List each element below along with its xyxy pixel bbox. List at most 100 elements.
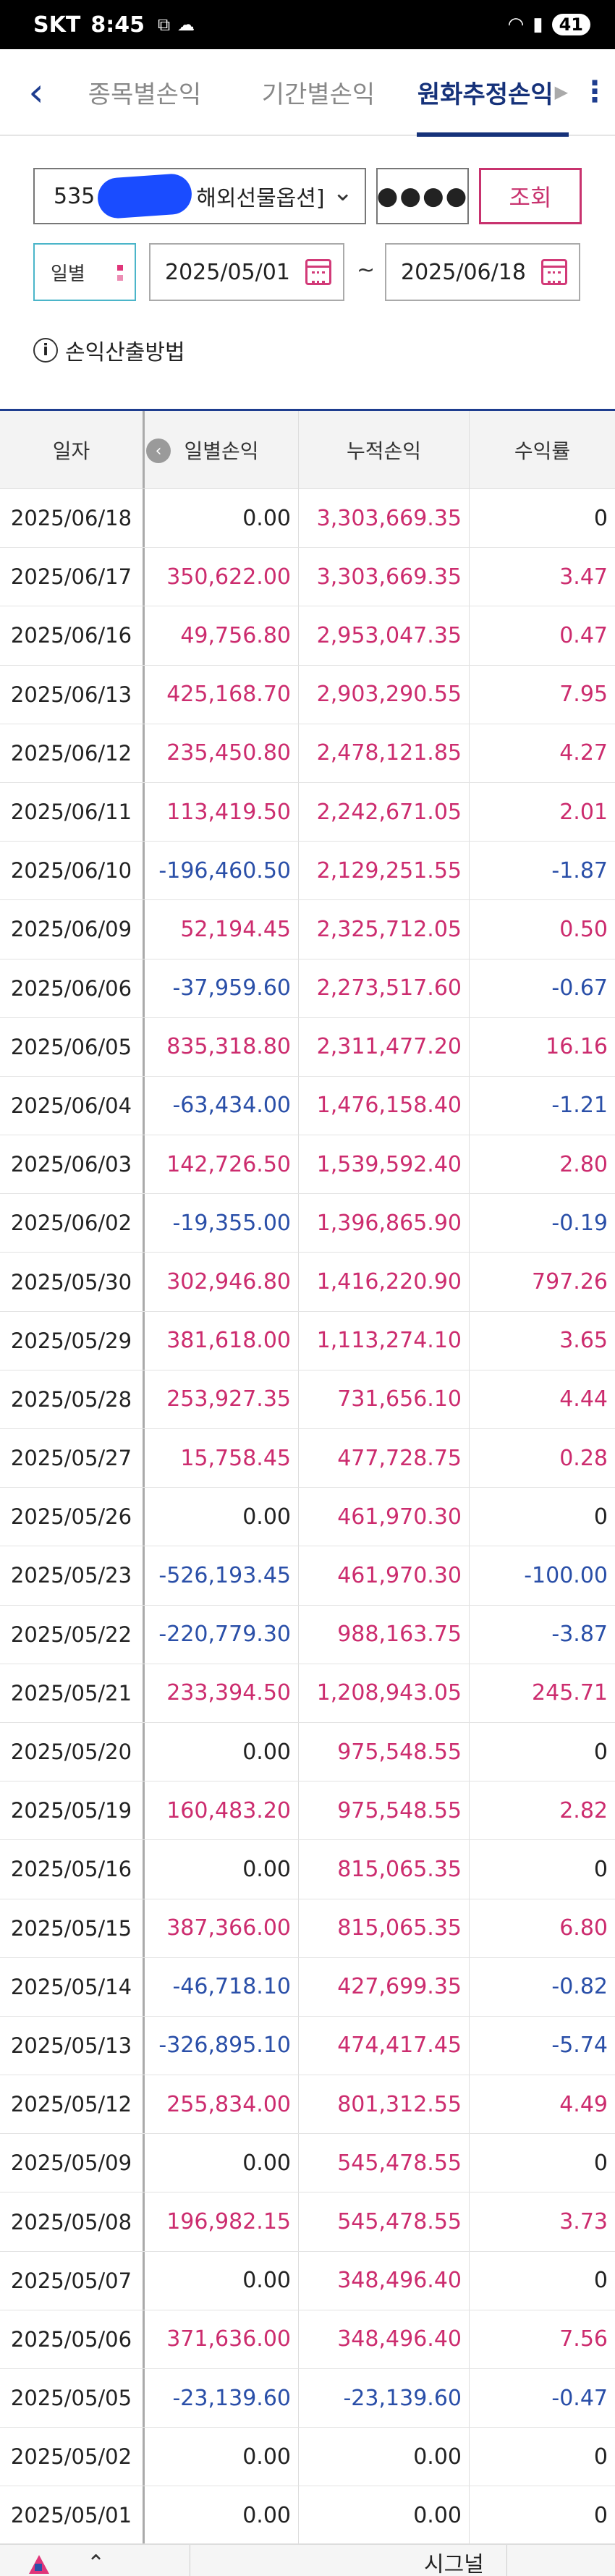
table-body[interactable]: 2025/06/18 0.00 3,303,669.35 0 2025/06/17 350… xyxy=(0,489,615,2546)
tab-krw-estimated-pnl[interactable]: 원화추정손익 ▶ xyxy=(417,48,569,137)
cell-cumulative-pnl: 801,312.55 xyxy=(299,2075,470,2134)
account-select[interactable]: 535 해외선물옵션] ⌄ xyxy=(33,168,366,224)
cell-return-rate: 245.71 xyxy=(532,1680,608,1706)
cell-daily-pnl: -63,434.00 xyxy=(145,1076,299,1135)
table-row[interactable]: 2025/06/12 235,450.80 2,478,121.85 4.27 xyxy=(0,724,615,783)
password-field[interactable]: ●●●● xyxy=(376,168,469,224)
period-select[interactable]: 일별 xyxy=(33,243,136,301)
cell-daily-pnl: 0.00 xyxy=(145,2428,299,2486)
cell-return-rate: 4.27 xyxy=(559,740,608,766)
table-row[interactable]: 2025/05/16 0.00 815,065.35 0 xyxy=(0,1840,615,1899)
table-row[interactable]: 2025/05/08 196,982.15 545,478.55 3.73 xyxy=(0,2192,615,2252)
signal-icon: ▮ xyxy=(533,14,543,35)
table-header: 일자 ‹ 일별손익 누적손익 수익률 xyxy=(0,411,615,489)
back-icon[interactable]: ‹ xyxy=(0,48,72,135)
table-row[interactable]: 2025/05/01 0.00 0.00 0 xyxy=(0,2486,615,2546)
table-row[interactable]: 2025/06/06 -37,959.60 2,273,517.60 -0.67 xyxy=(0,959,615,1018)
table-row[interactable]: 2025/06/18 0.00 3,303,669.35 0 xyxy=(0,489,615,548)
table-row[interactable]: 2025/06/16 49,756.80 2,953,047.35 0.47 xyxy=(0,606,615,666)
chevron-up-icon[interactable]: ⌃ xyxy=(87,2551,105,2576)
cell-daily-pnl: -23,139.60 xyxy=(145,2369,299,2428)
cell-daily-pnl: 381,618.00 xyxy=(145,1311,299,1370)
cell-daily-pnl: 0.00 xyxy=(145,1722,299,1781)
query-button[interactable]: 조회 xyxy=(479,168,582,224)
table-row[interactable]: 2025/05/29 381,618.00 1,113,274.10 3.65 xyxy=(0,1311,615,1370)
table-row[interactable]: 2025/06/09 52,194.45 2,325,712.05 0.50 xyxy=(0,900,615,959)
cell-date: 2025/05/09 xyxy=(0,2134,145,2192)
cell-daily-pnl: 235,450.80 xyxy=(145,724,299,782)
cell-date: 2025/06/03 xyxy=(0,1135,145,1194)
period-label: 일별 xyxy=(51,263,85,285)
table-row[interactable]: 2025/06/03 142,726.50 1,539,592.40 2.80 xyxy=(0,1135,615,1195)
wifi-icon: ◠ xyxy=(507,14,525,35)
table-row[interactable]: 2025/05/22 -220,779.30 988,163.75 -3.87 xyxy=(0,1605,615,1664)
table-row[interactable]: 2025/05/13 -326,895.10 474,417.45 -5.74 xyxy=(0,2016,615,2076)
pnl-method-link[interactable]: i 손익산출방법 xyxy=(33,334,185,366)
cell-return-rate: 16.16 xyxy=(546,1034,608,1060)
cell-return-rate: 0 xyxy=(593,1739,608,1765)
table-row[interactable]: 2025/05/12 255,834.00 801,312.55 4.49 xyxy=(0,2075,615,2135)
table-row[interactable]: 2025/05/19 160,483.20 975,548.55 2.82 xyxy=(0,1781,615,1841)
cell-cumulative-pnl: 975,548.55 xyxy=(299,1722,470,1781)
tab-label: 원화추정손익 xyxy=(417,80,554,109)
table-row[interactable]: 2025/06/11 113,419.50 2,242,671.05 2.01 xyxy=(0,782,615,842)
range-separator: ~ xyxy=(357,258,376,283)
tab-period-pnl[interactable]: 기간별손익 xyxy=(232,48,405,135)
cell-return-rate: 0 xyxy=(593,2150,608,2176)
table-row[interactable]: 2025/05/06 371,636.00 348,496.40 7.56 xyxy=(0,2310,615,2369)
table-row[interactable]: 2025/05/23 -526,193.45 461,970.30 -100.00 xyxy=(0,1546,615,1606)
table-row[interactable]: 2025/06/10 -196,460.50 2,129,251.55 -1.87 xyxy=(0,842,615,901)
header-date: 일자 xyxy=(0,411,145,488)
table-row[interactable]: 2025/05/26 0.00 461,970.30 0 xyxy=(0,1488,615,1547)
cell-return-rate: 0.28 xyxy=(559,1445,608,1471)
date-to-field[interactable]: 2025/06/18 xyxy=(385,243,580,301)
cell-date: 2025/05/30 xyxy=(0,1253,145,1311)
table-row[interactable]: 2025/05/20 0.00 975,548.55 0 xyxy=(0,1722,615,1782)
cell-date: 2025/06/17 xyxy=(0,548,145,606)
table-row[interactable]: 2025/05/02 0.00 0.00 0 xyxy=(0,2428,615,2487)
calendar-icon[interactable] xyxy=(541,259,567,285)
dropdown-dots-icon xyxy=(117,265,123,282)
account-prefix: 535 xyxy=(54,183,96,209)
table-row[interactable]: 2025/05/14 -46,718.10 427,699.35 -0.82 xyxy=(0,1957,615,2017)
cell-return-rate: 0.47 xyxy=(559,622,608,648)
table-row[interactable]: 2025/05/27 15,758.45 477,728.75 0.28 xyxy=(0,1429,615,1488)
table-row[interactable]: 2025/05/15 387,366.00 815,065.35 6.80 xyxy=(0,1899,615,1958)
table-row[interactable]: 2025/05/07 0.00 348,496.40 0 xyxy=(0,2251,615,2310)
signal-menu[interactable]: 시그널 xyxy=(424,2546,484,2576)
table-row[interactable]: 2025/05/28 253,927.35 731,656.10 4.44 xyxy=(0,1370,615,1429)
tab-stock-pnl[interactable]: 종목별손익 xyxy=(72,48,217,135)
calendar-icon[interactable] xyxy=(305,259,331,285)
cell-date: 2025/05/15 xyxy=(0,1899,145,1957)
cell-cumulative-pnl: 1,208,943.05 xyxy=(299,1664,470,1722)
cloud-icon: ☁ xyxy=(177,14,195,35)
cell-cumulative-pnl: 2,129,251.55 xyxy=(299,842,470,900)
table-row[interactable]: 2025/06/05 835,318.80 2,311,477.20 16.16 xyxy=(0,1017,615,1077)
cell-return-rate: -0.47 xyxy=(551,2385,608,2411)
cell-daily-pnl: 350,622.00 xyxy=(145,548,299,606)
cell-cumulative-pnl: -23,139.60 xyxy=(299,2369,470,2428)
cell-cumulative-pnl: 731,656.10 xyxy=(299,1370,470,1428)
cell-date: 2025/06/09 xyxy=(0,900,145,959)
table-row[interactable]: 2025/06/17 350,622.00 3,303,669.35 3.47 xyxy=(0,548,615,607)
cell-daily-pnl: 0.00 xyxy=(145,2486,299,2545)
table-row[interactable]: 2025/06/02 -19,355.00 1,396,865.90 -0.19 xyxy=(0,1194,615,1253)
scroll-left-icon[interactable]: ‹ xyxy=(146,438,171,463)
date-from-field[interactable]: 2025/05/01 xyxy=(149,243,344,301)
table-row[interactable]: 2025/06/04 -63,434.00 1,476,158.40 -1.21 xyxy=(0,1076,615,1136)
table-row[interactable]: 2025/05/21 233,394.50 1,208,943.05 245.71 xyxy=(0,1664,615,1723)
more-icon[interactable]: ⋮ xyxy=(580,48,609,135)
tab-scroll-right-icon[interactable]: ▶ xyxy=(555,82,568,102)
table-row[interactable]: 2025/05/30 302,946.80 1,416,220.90 797.26 xyxy=(0,1253,615,1312)
cell-date: 2025/06/16 xyxy=(0,606,145,665)
table-row[interactable]: 2025/05/05 -23,139.60 -23,139.60 -0.47 xyxy=(0,2369,615,2428)
app-logo-icon[interactable] xyxy=(26,2551,51,2576)
cell-return-rate: -0.67 xyxy=(551,975,608,1001)
table-row[interactable]: 2025/06/13 425,168.70 2,903,290.55 7.95 xyxy=(0,665,615,724)
cell-date: 2025/05/21 xyxy=(0,1664,145,1722)
table-row[interactable]: 2025/05/09 0.00 545,478.55 0 xyxy=(0,2134,615,2193)
cell-date: 2025/06/06 xyxy=(0,959,145,1017)
cell-return-rate: -5.74 xyxy=(551,2033,608,2059)
cell-cumulative-pnl: 3,303,669.35 xyxy=(299,489,470,548)
cell-return-rate: 0 xyxy=(593,505,608,531)
